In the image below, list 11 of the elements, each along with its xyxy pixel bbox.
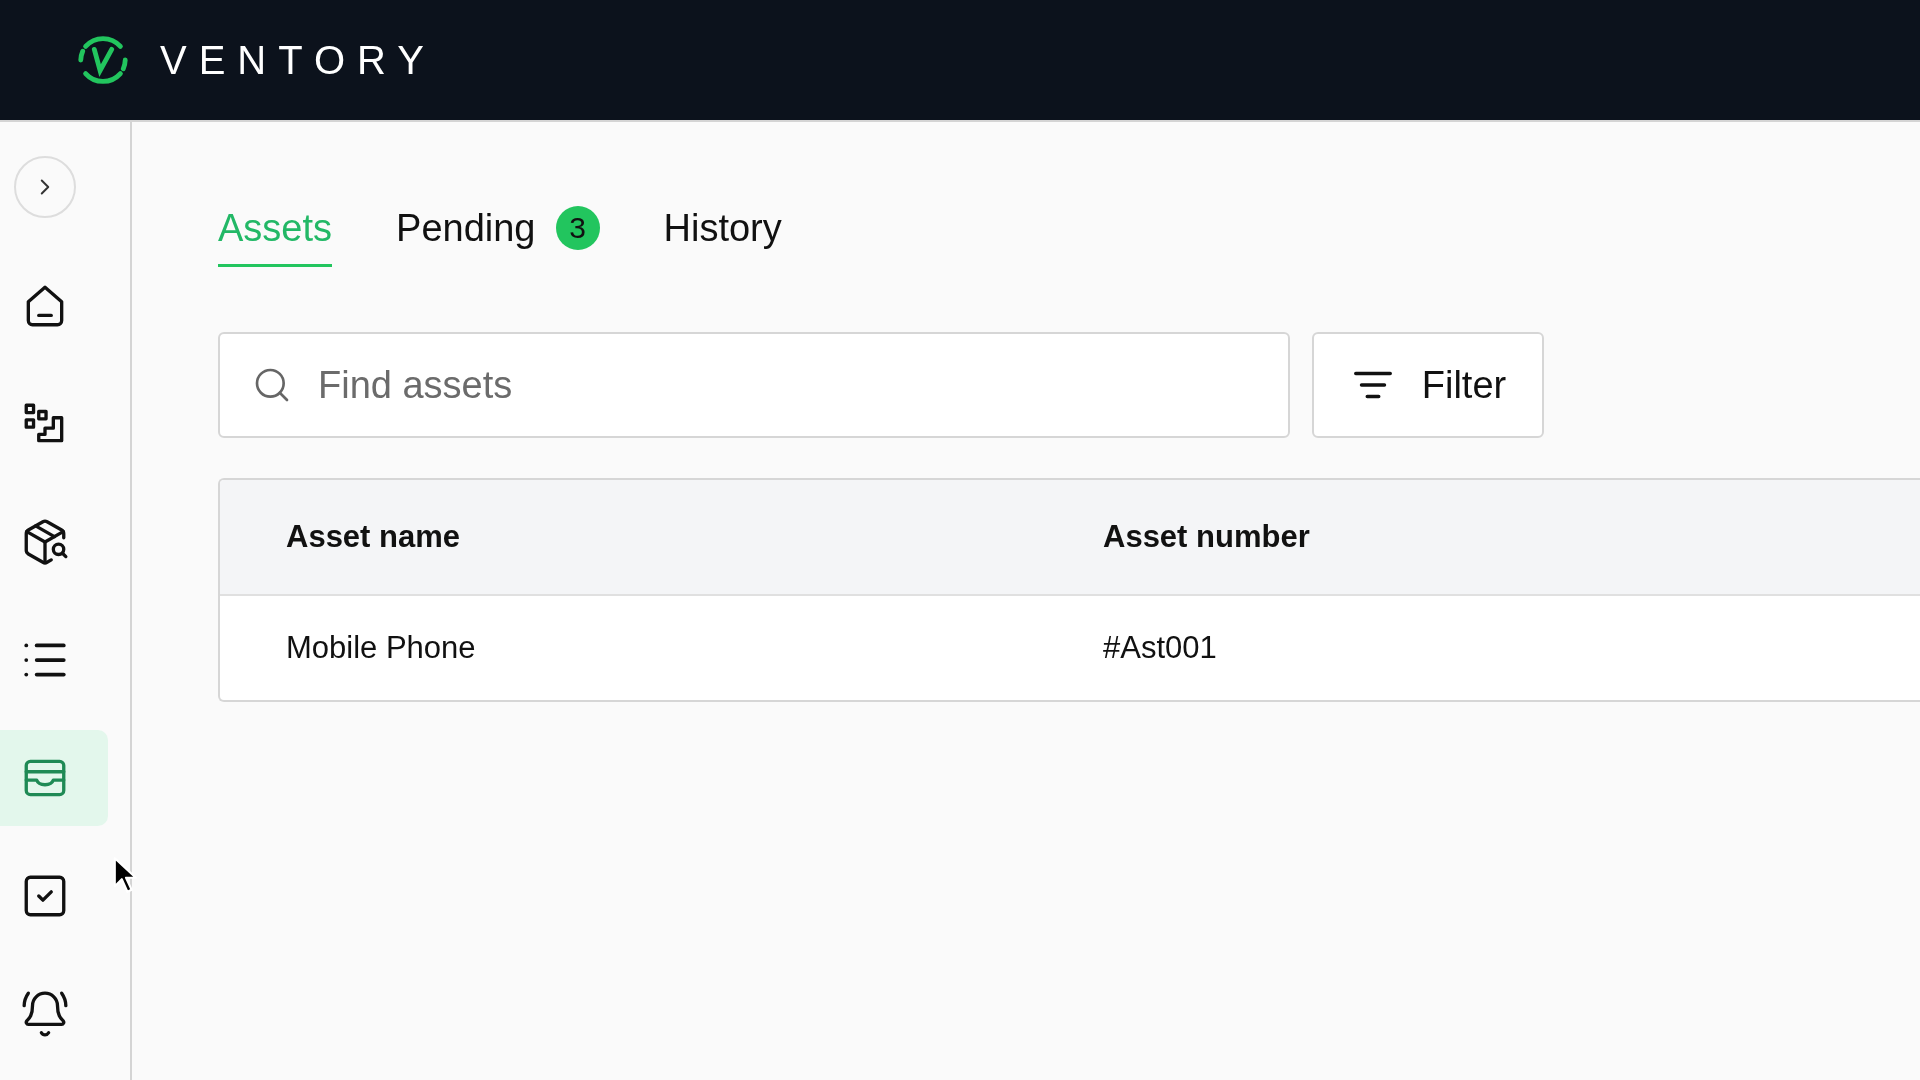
tab[interactable]: History: [663, 204, 782, 267]
table-cell-text: Mobile Phone: [286, 628, 477, 667]
column-header: Asset number: [1103, 517, 1310, 556]
count-badge: 3: [555, 206, 600, 250]
bell-icon: [20, 989, 70, 1039]
column-header: Asset name: [286, 517, 462, 556]
filter-button[interactable]: Filter: [1312, 332, 1544, 438]
tab[interactable]: Pending 3: [396, 204, 600, 267]
logo-text: VENTORY: [160, 40, 436, 80]
search-field[interactable]: Find assets: [218, 332, 1290, 438]
table-cell-text: #Ast001: [1103, 628, 1217, 667]
